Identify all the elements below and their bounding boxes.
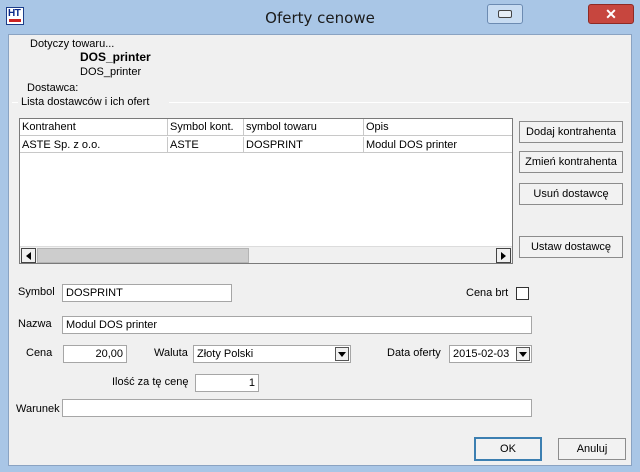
remove-supplier-button[interactable]: Usuń dostawcę (519, 183, 623, 205)
window-title: Oferty cenowe (265, 9, 375, 27)
symbol-label: Symbol (18, 286, 55, 298)
chevron-down-icon (338, 351, 346, 357)
column-header-symbol-towaru[interactable]: symbol towaru (244, 119, 364, 135)
cell-symbol-kont: ASTE (168, 137, 244, 152)
gross-price-label: Cena brt (466, 287, 509, 299)
column-header-symbol-kont[interactable]: Symbol kont. (168, 119, 244, 135)
product-name: DOS_printer (80, 66, 142, 78)
price-input[interactable]: 20,00 (63, 345, 127, 363)
horizontal-scrollbar[interactable] (20, 246, 512, 263)
symbol-input[interactable]: DOSPRINT (62, 284, 232, 302)
change-contractor-button[interactable]: Zmień kontrahenta (519, 151, 623, 173)
set-supplier-button[interactable]: Ustaw dostawcę (519, 236, 623, 258)
name-input[interactable]: Modul DOS printer (62, 316, 532, 334)
scrollbar-thumb[interactable] (37, 248, 249, 263)
ok-button[interactable]: OK (474, 437, 542, 461)
offer-date-picker[interactable]: 2015-02-03 (449, 345, 532, 363)
column-header-opis[interactable]: Opis (364, 119, 512, 135)
title-bar[interactable]: HT Oferty cenowe ✕ (0, 0, 640, 34)
dialog-client-area: Dotyczy towaru... DOS_printer DOS_printe… (8, 34, 632, 466)
close-button[interactable]: ✕ (588, 4, 634, 24)
cell-kontrahent: ASTE Sp. z o.o. (20, 137, 168, 152)
add-contractor-button[interactable]: Dodaj kontrahenta (519, 121, 623, 143)
column-header-kontrahent[interactable]: Kontrahent (20, 119, 168, 135)
table-header: Kontrahent Symbol kont. symbol towaru Op… (20, 119, 512, 136)
close-icon: ✕ (605, 5, 617, 22)
group-divider (12, 102, 18, 103)
arrow-left-icon (26, 251, 31, 260)
cell-symbol-towaru: DOSPRINT (244, 137, 364, 152)
scroll-left-button[interactable] (21, 248, 36, 263)
currency-select[interactable]: Złoty Polski (193, 345, 351, 363)
cancel-button[interactable]: Anuluj (558, 438, 626, 460)
condition-label: Warunek (16, 403, 60, 415)
restore-icon (498, 10, 512, 18)
arrow-right-icon (501, 251, 506, 260)
currency-label: Waluta (154, 347, 188, 359)
dialog-window: HT Oferty cenowe ✕ Dotyczy towaru... DOS… (0, 0, 640, 472)
quantity-label: Ilość za tę cenę (112, 376, 189, 388)
table-row[interactable]: ASTE Sp. z o.o. ASTE DOSPRINT Modul DOS … (20, 137, 512, 153)
offers-group-label: Lista dostawców i ich ofert (21, 96, 150, 108)
condition-input[interactable] (62, 399, 532, 417)
quantity-input[interactable]: 1 (195, 374, 259, 392)
chevron-down-icon (519, 351, 527, 357)
product-name-bold: DOS_printer (80, 50, 151, 64)
scroll-right-button[interactable] (496, 248, 511, 263)
date-dropdown-button[interactable] (516, 347, 530, 361)
offers-table[interactable]: Kontrahent Symbol kont. symbol towaru Op… (19, 118, 513, 264)
offer-date-label: Data oferty (387, 347, 441, 359)
price-label: Cena (26, 347, 53, 359)
dropdown-button[interactable] (335, 347, 349, 361)
name-label: Nazwa (18, 318, 52, 330)
supplier-label: Dostawca: (27, 82, 79, 94)
gross-price-checkbox[interactable] (516, 287, 529, 300)
restore-button[interactable] (487, 4, 523, 24)
cell-opis: Modul DOS printer (366, 139, 458, 151)
product-label: Dotyczy towaru... (30, 38, 115, 50)
group-divider (169, 102, 629, 103)
